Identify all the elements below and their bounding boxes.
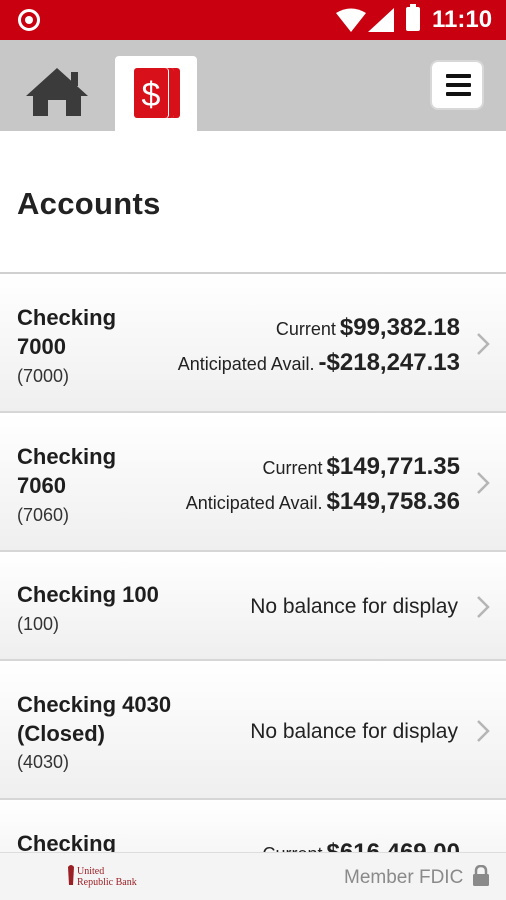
chevron-right-icon: [477, 333, 490, 355]
no-balance-message: No balance for display: [250, 720, 458, 743]
account-row[interactable]: Checking 100 (100) No balance for displa…: [0, 552, 506, 661]
chevron-right-icon: [477, 720, 490, 742]
account-number: (7060): [17, 505, 70, 525]
account-name: Checking 4030 (Closed): [17, 692, 172, 746]
account-row[interactable]: Checking 4030 (Closed) (4030) No balance…: [0, 661, 506, 800]
home-button[interactable]: [18, 56, 96, 120]
bank-logo: United Republic Bank: [68, 865, 137, 888]
app-screen: 11:10 $ Accounts Checking 7000 (7000) Cu…: [0, 0, 506, 900]
anticipated-balance: $149,758.36: [326, 488, 460, 515]
no-balance-message: No balance for display: [250, 595, 458, 618]
account-name: Checking 7060: [17, 444, 117, 498]
menu-button[interactable]: [430, 60, 484, 110]
status-bar: 11:10: [0, 0, 506, 40]
account-name: Checking 100: [17, 582, 159, 607]
recording-icon: [18, 9, 40, 31]
app-bar: $: [0, 40, 506, 131]
svg-text:$: $: [142, 76, 161, 114]
current-label: Current: [262, 458, 323, 478]
chevron-right-icon: [477, 472, 490, 494]
account-number: (7000): [17, 366, 70, 386]
current-balance: $149,771.35: [326, 453, 460, 480]
member-fdic-text: Member FDIC: [344, 867, 464, 888]
account-row[interactable]: Checking 7000 (7000) Current $99,382.18 A…: [0, 274, 506, 413]
current-label: Current: [275, 319, 336, 339]
anticipated-balance-line: Anticipated Avail. $149,758.36: [186, 488, 460, 516]
tab-accounts[interactable]: $: [115, 56, 197, 131]
battery-icon: [406, 4, 420, 31]
dollar-card-icon: $: [134, 68, 180, 118]
wifi-icon: [336, 8, 366, 32]
cell-signal-icon: [368, 8, 394, 32]
bank-name-line2: Republic Bank: [77, 877, 137, 888]
anticipated-label: Anticipated Avail.: [177, 354, 315, 374]
chevron-right-icon: [477, 596, 490, 618]
status-time: 11:10: [432, 6, 493, 33]
anticipated-balance-line: Anticipated Avail. -$218,247.13: [178, 349, 460, 377]
account-number: (4030): [17, 752, 70, 772]
anticipated-label: Anticipated Avail.: [185, 493, 323, 513]
account-row[interactable]: Checking 7060 (7060) Current $149,771.35 …: [0, 413, 506, 552]
bank-name-line1: United: [77, 866, 104, 877]
anticipated-balance: -$218,247.13: [318, 349, 460, 376]
current-balance: $99,382.18: [339, 314, 460, 341]
lock-icon: [473, 865, 489, 886]
page-title: Accounts: [17, 186, 161, 221]
current-balance-line: Current $149,771.35: [263, 453, 461, 481]
current-balance-line: Current $99,382.18: [276, 314, 460, 342]
account-name: Checking 7000: [17, 305, 117, 359]
account-number: (100): [17, 614, 60, 634]
home-icon: [26, 68, 88, 116]
footer: United Republic Bank Member FDIC: [0, 852, 506, 900]
